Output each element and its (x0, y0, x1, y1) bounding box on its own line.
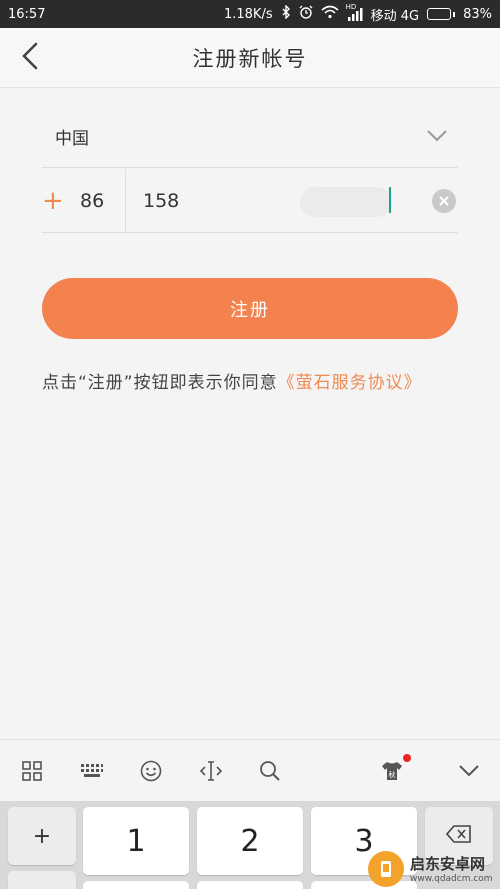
country-code-box[interactable]: + 86 (42, 169, 126, 232)
agreement-prefix: 点击“注册”按钮即表示你同意 (42, 373, 278, 393)
network-speed: 1.18K/s (223, 6, 273, 22)
back-button[interactable] (12, 40, 48, 76)
clear-input-button[interactable] (432, 189, 456, 213)
phone-row: + 86 158 (42, 169, 458, 233)
page-header: 注册新帐号 (0, 28, 500, 88)
svg-text:秋: 秋 (389, 770, 396, 779)
key-row2-b[interactable] (197, 881, 303, 889)
backspace-icon (445, 824, 472, 849)
close-icon (438, 192, 450, 211)
key-2[interactable]: 2 (197, 807, 303, 875)
notification-dot (403, 754, 411, 762)
carrier-label: 移动 4G (370, 8, 420, 24)
watermark: 启东安卓网 www.qdadcm.com (368, 848, 500, 889)
wifi-icon (321, 5, 339, 23)
agreement-text: 点击“注册”按钮即表示你同意《萤石服务协议》 (42, 368, 500, 393)
key-row2-a[interactable] (83, 881, 189, 889)
phone-input[interactable]: 158 (126, 169, 458, 232)
key-1[interactable]: 1 (83, 807, 189, 875)
chevron-left-icon (21, 42, 39, 74)
battery-percent: 83% (463, 6, 492, 22)
service-agreement-link[interactable]: 《萤石服务协议》 (278, 373, 422, 393)
country-selector[interactable]: 中国 (42, 105, 458, 168)
chevron-down-icon (422, 121, 452, 151)
collapse-keyboard-icon[interactable] (452, 754, 486, 788)
phone-value: 158 (143, 189, 180, 212)
cursor-icon[interactable] (194, 754, 228, 788)
grid-icon[interactable] (15, 754, 49, 788)
emoji-icon[interactable] (134, 754, 168, 788)
country-label: 中国 (55, 128, 89, 149)
battery-icon (427, 8, 456, 20)
watermark-logo-icon (368, 850, 404, 887)
status-bar: 16:57 1.18K/s HD 移动 4G 83% (0, 0, 500, 28)
keyboard-toolbar: 秋 (0, 739, 500, 801)
page-title: 注册新帐号 (192, 46, 308, 71)
status-time: 16:57 (8, 6, 46, 22)
text-caret (389, 187, 391, 213)
key-plus[interactable]: + (8, 807, 76, 865)
search-icon[interactable] (253, 754, 287, 788)
register-button[interactable]: 注册 (42, 278, 458, 339)
signal-icon: HD (346, 3, 363, 21)
watermark-text: 启东安卓网 www.qdadcm.com (410, 853, 493, 884)
alarm-icon (299, 5, 313, 23)
bluetooth-icon (281, 4, 291, 23)
country-code: 86 (80, 189, 105, 212)
watermark-url: www.qdadcm.com (410, 874, 493, 884)
watermark-name: 启东安卓网 (410, 855, 486, 873)
keyboard-icon[interactable] (75, 754, 109, 788)
skin-shirt-icon[interactable]: 秋 (375, 754, 411, 788)
status-right: 1.18K/s HD 移动 4G 83% (223, 3, 492, 24)
redacted-blur (300, 187, 392, 217)
key-side-lower[interactable] (8, 871, 76, 889)
plus-sign: + (42, 185, 64, 216)
